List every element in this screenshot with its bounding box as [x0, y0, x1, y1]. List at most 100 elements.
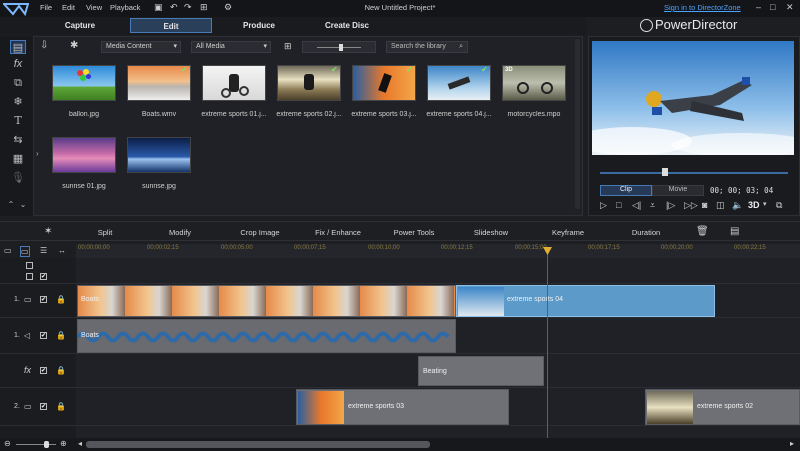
track-manager-icon[interactable]: ☰ [40, 246, 47, 255]
tab-produce[interactable]: Produce [215, 18, 303, 33]
menu-edit[interactable]: Edit [62, 3, 75, 12]
zoom-out-icon[interactable]: ⊖ [4, 439, 11, 448]
chapter-icon[interactable] [26, 262, 33, 269]
timeline-playhead[interactable] [547, 248, 548, 438]
media-thumb[interactable]: ✔ [277, 65, 341, 101]
media-thumb[interactable] [127, 137, 191, 173]
maximize-icon[interactable]: □ [770, 2, 775, 12]
zoom-slider[interactable] [16, 444, 56, 445]
scroll-right-icon[interactable]: ▸ [790, 439, 794, 448]
previous-frame-icon[interactable]: ◁| [632, 200, 641, 211]
track-enable-checkbox[interactable]: ✔ [40, 403, 47, 410]
lock-icon[interactable]: 🔒 [56, 366, 66, 375]
grid-view-icon[interactable]: ⊞ [284, 41, 292, 52]
media-thumb[interactable]: 3D [502, 65, 566, 101]
transition-room-icon[interactable]: ⇆ [10, 133, 26, 147]
power-tools-button[interactable]: Power Tools [388, 228, 440, 237]
track-enable-checkbox[interactable]: ✔ [40, 296, 47, 303]
thumbnail-size-slider[interactable] [302, 41, 376, 53]
menu-file[interactable]: File [40, 3, 52, 12]
close-icon[interactable]: ✕ [786, 2, 794, 13]
expand-panel-icon[interactable]: › [36, 149, 39, 158]
track-enable-checkbox[interactable]: ✔ [40, 273, 47, 280]
lock-icon[interactable]: 🔒 [56, 331, 66, 340]
keyframe-button[interactable]: Keyframe [546, 228, 590, 237]
crop-image-button[interactable]: Crop Image [232, 228, 288, 237]
layout-icon[interactable]: ⊞ [200, 2, 208, 13]
preview-seekbar[interactable] [600, 168, 788, 176]
scroll-down-icon[interactable]: ⌄ [18, 198, 28, 212]
library-scrollbar[interactable] [575, 39, 580, 209]
timeline-clip-boats-video[interactable]: Boats [77, 285, 456, 317]
track-enable-checkbox[interactable]: ✔ [40, 332, 47, 339]
media-thumb[interactable] [52, 65, 116, 101]
particle-room-icon[interactable]: ❄ [10, 95, 26, 109]
movie-mode-button[interactable]: Movie [652, 185, 704, 196]
fast-forward-icon[interactable]: ▷▷ [684, 200, 698, 211]
title-room-icon[interactable]: T [10, 114, 26, 128]
timeline-clip-extreme-sports-04[interactable]: extreme sports 04 [456, 285, 715, 317]
import-media-icon[interactable]: ⇩ [40, 40, 48, 51]
timeline-view-icon[interactable]: ▭ [4, 246, 12, 255]
undock-preview-icon[interactable]: ⧉ [776, 200, 782, 211]
undo-icon[interactable]: ↶ [170, 2, 178, 13]
settings-gear-icon[interactable]: ⚙ [224, 2, 232, 13]
volume-icon[interactable]: ◫ [716, 200, 725, 211]
timeline-clip-extreme-sports-03[interactable]: extreme sports 03 [296, 389, 509, 425]
scroll-left-icon[interactable]: ◂ [78, 439, 82, 448]
plugins-icon[interactable]: ✱ [70, 40, 78, 51]
fix-enhance-button[interactable]: Fix / Enhance [308, 228, 368, 237]
split-marker-icon[interactable]: ⩡ [650, 200, 655, 211]
menu-view[interactable]: View [86, 3, 102, 12]
modify-button[interactable]: Modify [160, 228, 200, 237]
redo-icon[interactable]: ↷ [184, 2, 192, 13]
subtitle-icon[interactable] [26, 273, 33, 280]
lock-icon[interactable]: 🔒 [56, 402, 66, 411]
more-options-icon[interactable]: ▤ [730, 226, 739, 237]
timeline-scrollbar-thumb[interactable] [86, 441, 430, 448]
tab-edit[interactable]: Edit [130, 18, 212, 33]
next-frame-icon[interactable]: |▷ [666, 200, 675, 211]
timeline-clip-beating-effect[interactable]: Beating [418, 356, 544, 386]
timeline-clip-extreme-sports-02[interactable]: extreme sports 02 [645, 389, 800, 425]
tab-capture[interactable]: Capture [35, 18, 125, 33]
magic-tools-icon[interactable]: ✶ [44, 226, 52, 237]
seek-handle[interactable] [662, 168, 668, 176]
tab-create-disc[interactable]: Create Disc [306, 18, 388, 33]
lock-icon[interactable]: 🔒 [56, 295, 66, 304]
clip-mode-button[interactable]: Clip [600, 185, 652, 196]
effect-room-icon[interactable]: fx [10, 57, 26, 71]
zoom-slider-handle[interactable] [44, 441, 49, 448]
scroll-up-icon[interactable]: ⌃ [6, 198, 16, 212]
stop-icon[interactable]: □ [616, 200, 621, 210]
audio-mixing-icon[interactable]: ▦ [10, 152, 26, 166]
timeline-ruler[interactable]: 00;00;00;00 00;00;02;15 00;00;05;00 00;0… [76, 244, 800, 258]
voice-over-microphone-icon[interactable]: 🎙 [10, 171, 26, 185]
media-thumb[interactable] [52, 137, 116, 173]
media-type-dropdown[interactable]: All Media ▾ [191, 41, 271, 53]
duration-button[interactable]: Duration [626, 228, 666, 237]
storyboard-view-icon[interactable]: ▭ [20, 246, 30, 257]
media-thumb[interactable] [202, 65, 266, 101]
3d-toggle-button[interactable]: 3D [748, 200, 760, 210]
split-button[interactable]: Split [90, 228, 120, 237]
play-icon[interactable]: ▷ [600, 200, 607, 211]
minimize-icon[interactable]: – [756, 2, 761, 12]
signin-link[interactable]: Sign in to DirectorZone [664, 3, 741, 12]
chevron-down-icon[interactable]: ▾ [763, 200, 767, 208]
mute-speaker-icon[interactable]: 🔈 [732, 200, 743, 211]
save-icon[interactable]: ▣ [154, 2, 163, 13]
zoom-in-icon[interactable]: ⊕ [60, 439, 67, 448]
delete-trash-icon[interactable]: 🗑 [696, 226, 709, 237]
fit-timeline-icon[interactable]: ↔ [58, 246, 66, 255]
search-library-input[interactable]: Search the library ⌕ [386, 41, 468, 53]
timeline-clip-boats-audio[interactable]: Boats [77, 319, 456, 353]
menu-playback[interactable]: Playback [110, 3, 140, 12]
slideshow-button[interactable]: Slideshow [468, 228, 514, 237]
pip-room-icon[interactable]: ⧉ [10, 76, 26, 90]
media-thumb[interactable]: ✔ [127, 65, 191, 101]
media-thumb[interactable]: ✔ [427, 65, 491, 101]
media-room-icon[interactable]: ▤ [10, 40, 26, 54]
media-thumb[interactable]: ✔ [352, 65, 416, 101]
snapshot-camera-icon[interactable]: ◙ [702, 200, 707, 210]
